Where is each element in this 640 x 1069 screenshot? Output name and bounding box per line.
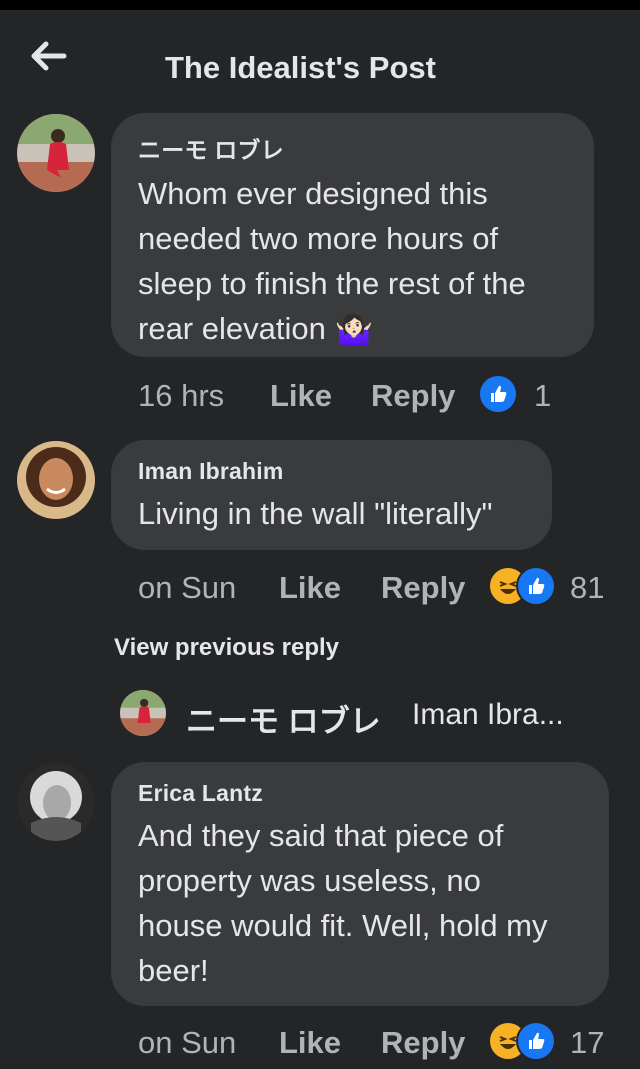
comment-actions: on Sun Like Reply 17 [138, 1021, 618, 1069]
comment-line: Living in the wall "literally" [138, 496, 493, 531]
page-title: The Idealist's Post [165, 50, 436, 85]
reply-snippet: Iman Ibra... [412, 698, 564, 731]
comment-line: Whom ever designed this [138, 176, 488, 211]
status-bar [0, 0, 640, 10]
avatar[interactable] [17, 763, 95, 841]
comment-author[interactable]: Iman Ibrahim [138, 458, 524, 485]
comment-text: Living in the wall "literally" [138, 491, 524, 536]
comment-author[interactable]: Erica Lantz [138, 780, 581, 807]
reaction-count: 81 [570, 570, 605, 605]
comment-time: on Sun [138, 570, 237, 605]
view-previous-reply-link[interactable]: View previous reply [114, 634, 339, 662]
comment-text: And they said that piece of property was… [138, 813, 581, 993]
comment-line: house would fit. Well, hold my [138, 908, 548, 943]
like-button[interactable]: Like [279, 570, 341, 606]
comment-line: rear elevation 🤷🏻‍♀️ [138, 311, 374, 346]
reply-button[interactable]: Reply [381, 570, 465, 606]
comment-line: property was useless, no [138, 863, 481, 898]
back-button[interactable] [28, 38, 68, 74]
comment-line: sleep to finish the rest of the [138, 266, 526, 301]
comment-line: And they said that piece of [138, 818, 504, 853]
avatar[interactable] [120, 690, 166, 736]
comment-time: on Sun [138, 1025, 237, 1060]
comment-bubble[interactable]: ニーモ ロブレ Whom ever designed this needed t… [111, 113, 594, 357]
reply-button[interactable]: Reply [371, 378, 455, 414]
comment-actions: 16 hrs Like Reply 1 [138, 374, 618, 422]
comment-bubble[interactable]: Erica Lantz And they said that piece of … [111, 762, 609, 1006]
comment-text: Whom ever designed this needed two more … [138, 171, 566, 351]
arrow-left-icon [31, 41, 67, 71]
reply-button[interactable]: Reply [381, 1025, 465, 1061]
like-icon [516, 566, 556, 606]
comment-line: needed two more hours of [138, 221, 499, 256]
comment-author[interactable]: ニーモ ロブレ [138, 131, 566, 165]
reply-preview[interactable]: ニーモ ロブレ Iman Ibra... [120, 690, 620, 739]
comment-line: beer! [138, 953, 209, 988]
reaction-count: 1 [534, 378, 552, 413]
reply-author: ニーモ ロブレ [186, 704, 381, 739]
avatar[interactable] [17, 114, 95, 192]
reaction-count: 17 [570, 1025, 605, 1060]
like-icon [516, 1021, 556, 1061]
like-icon [478, 374, 518, 414]
avatar[interactable] [17, 441, 95, 519]
comment-bubble[interactable]: Iman Ibrahim Living in the wall "literal… [111, 440, 552, 550]
comment-time: 16 hrs [138, 378, 225, 413]
like-button[interactable]: Like [270, 378, 332, 414]
comment-actions: on Sun Like Reply 81 [138, 566, 618, 614]
header: The Idealist's Post [0, 10, 640, 105]
like-button[interactable]: Like [279, 1025, 341, 1061]
